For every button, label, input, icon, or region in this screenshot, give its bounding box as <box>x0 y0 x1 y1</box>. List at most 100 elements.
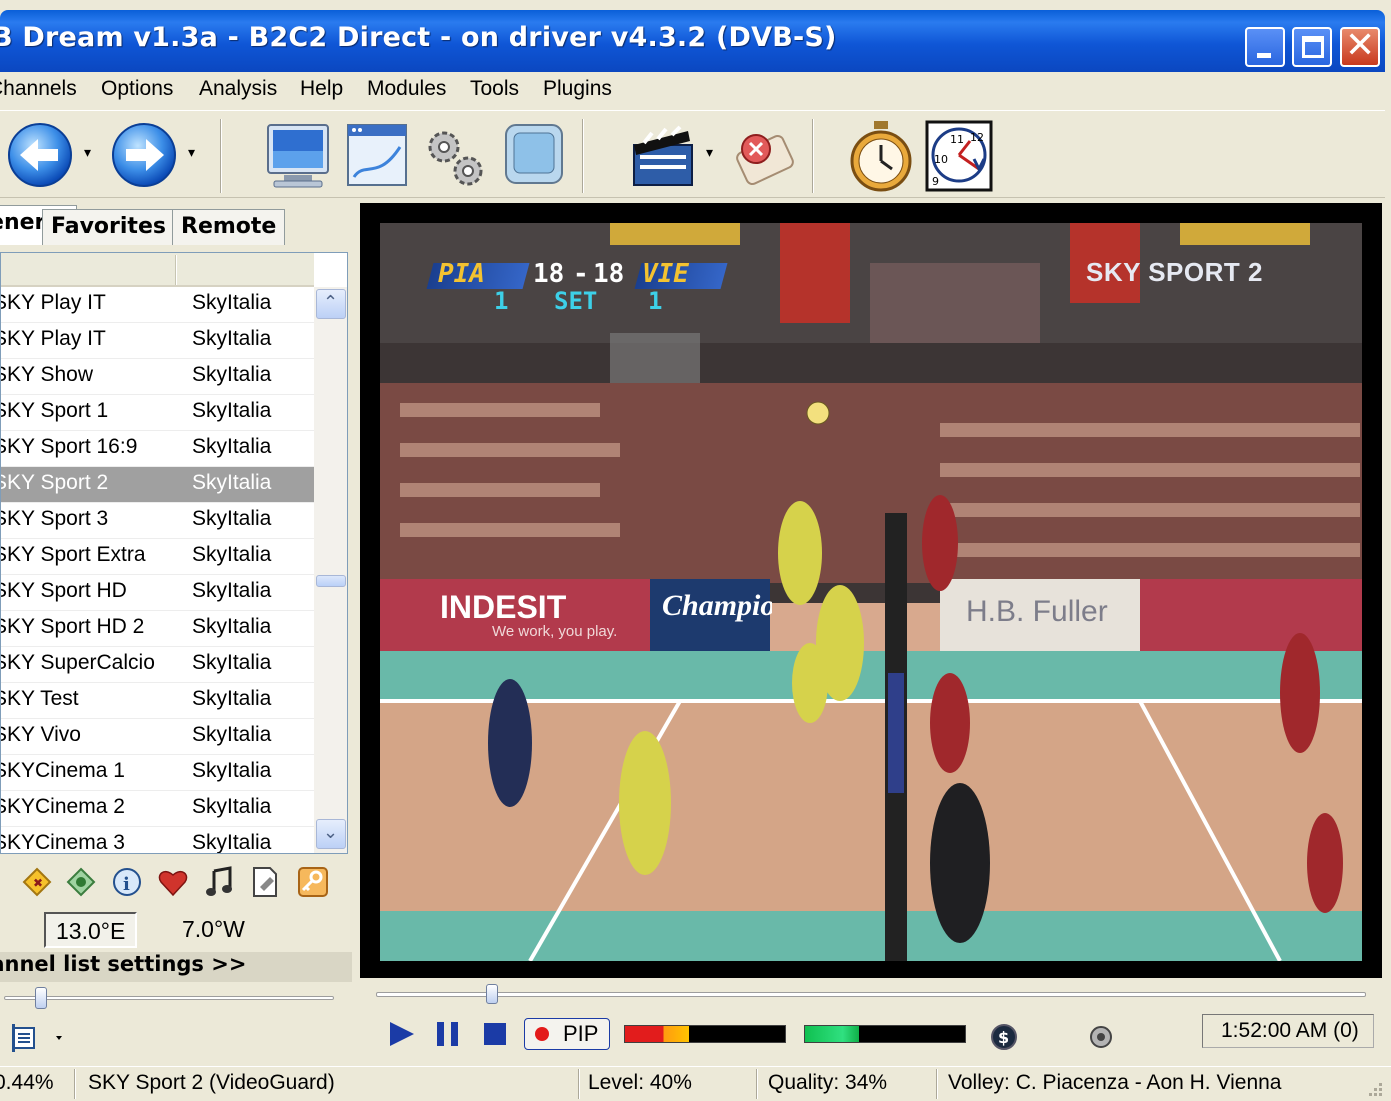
menu-analysis[interactable]: Analysis <box>199 77 277 101</box>
tab-remote[interactable]: Remote <box>172 209 286 245</box>
clapperboard-icon[interactable] <box>628 123 698 191</box>
pause-button[interactable] <box>435 1022 461 1046</box>
window-icon[interactable] <box>344 121 410 191</box>
epg-clock-icon[interactable]: 11 12 10 9 <box>924 119 994 193</box>
channel-row[interactable]: SKY Play IT SkyItalia <box>1 287 314 323</box>
forward-icon[interactable] <box>110 121 178 189</box>
channel-row[interactable]: SKY Sport 16:9 SkyItalia <box>1 431 314 467</box>
diamond-warning-icon[interactable]: ✖ <box>20 865 54 899</box>
back-icon[interactable] <box>6 121 74 189</box>
back-dropdown-icon[interactable]: ▾ <box>84 145 91 161</box>
channel-row[interactable]: SKY Test SkyItalia <box>1 683 314 719</box>
screen-icon[interactable] <box>500 121 568 191</box>
stop-button[interactable] <box>484 1023 506 1045</box>
channel-name: SKY Sport 16:9 <box>0 435 138 458</box>
channel-row[interactable]: SKYCinema 2 SkyItalia <box>1 791 314 827</box>
satellite-selector: 13.0°E 7.0°W <box>0 908 352 950</box>
channel-list[interactable]: SKY Play IT SkyItalia SKY Play IT SkyItalia… <box>0 252 348 854</box>
tab-favorites[interactable]: Favorites <box>42 209 175 245</box>
channel-provider: SkyItalia <box>192 795 272 818</box>
channel-row[interactable]: SKY Sport 2 SkyItalia <box>1 467 314 503</box>
channel-provider: SkyItalia <box>192 435 272 458</box>
dollar-coin-icon[interactable]: $ <box>990 1023 1018 1051</box>
resize-grip-icon[interactable] <box>1365 1079 1383 1097</box>
maximize-button[interactable] <box>1292 27 1332 67</box>
edit-document-icon[interactable] <box>248 865 282 899</box>
seek-bar[interactable] <box>376 984 1366 1004</box>
volume-slider-thumb[interactable] <box>35 987 47 1009</box>
channel-row[interactable]: SKY SuperCalcio SkyItalia <box>1 647 314 683</box>
channel-row[interactable]: SKYCinema 1 SkyItalia <box>1 755 314 791</box>
stopwatch-icon[interactable] <box>846 119 916 193</box>
column-divider[interactable] <box>175 255 177 285</box>
channel-row[interactable]: SKY Play IT SkyItalia <box>1 323 314 359</box>
diamond-move-icon[interactable] <box>64 865 98 899</box>
menu-options[interactable]: Options <box>101 77 173 101</box>
channel-provider: SkyItalia <box>192 651 272 674</box>
audio-icon[interactable] <box>1088 1024 1114 1050</box>
toolbar: ▾ ▾ ▾ 11 12 10 9 <box>0 110 1385 198</box>
scroll-down-button[interactable]: ⌄ <box>316 819 346 849</box>
svg-text:12: 12 <box>970 131 984 144</box>
minimize-button[interactable] <box>1245 27 1285 67</box>
channel-row[interactable]: SKY Show SkyItalia <box>1 359 314 395</box>
satellite-west-button[interactable]: 7.0°W <box>172 912 255 948</box>
channel-row[interactable]: SKY Sport Extra SkyItalia <box>1 539 314 575</box>
channel-tabs: General Favorites Remote <box>0 205 352 245</box>
key-icon[interactable] <box>296 865 330 899</box>
svg-text:i: i <box>123 874 130 895</box>
menu-help[interactable]: Help <box>300 77 343 101</box>
status-progress: 0.44% <box>0 1071 54 1094</box>
svg-text:11: 11 <box>950 133 964 146</box>
watermark <box>380 223 600 233</box>
satellite-east-button[interactable]: 13.0°E <box>44 912 138 948</box>
menu-modules[interactable]: Modules <box>367 77 446 101</box>
minimize-icon <box>1257 53 1271 58</box>
scroll-thumb[interactable] <box>316 575 346 587</box>
channel-row[interactable]: SKYCinema 3 SkyItalia <box>1 827 314 853</box>
channel-row[interactable]: SKY Sport 3 SkyItalia <box>1 503 314 539</box>
list-header[interactable] <box>1 253 314 287</box>
heart-icon[interactable] <box>156 865 190 899</box>
svg-text:✖: ✖ <box>33 876 43 890</box>
play-button[interactable] <box>390 1022 414 1046</box>
channel-row[interactable]: SKY Vivo SkyItalia <box>1 719 314 755</box>
channel-name: SKY SuperCalcio <box>0 651 155 674</box>
channel-name: SKY Play IT <box>0 327 106 350</box>
channel-provider: SkyItalia <box>192 363 272 386</box>
forward-dropdown-icon[interactable]: ▾ <box>188 145 195 161</box>
video-display[interactable]: PIA 18 - 18 VIE 1 SET 1 SKY SPORT 2 INDE… <box>380 223 1362 961</box>
close-button[interactable]: ✕ <box>1340 25 1380 67</box>
menu-channels[interactable]: Channels <box>0 77 77 101</box>
channel-row[interactable]: SKY Sport HD SkyItalia <box>1 575 314 611</box>
layout-button[interactable] <box>10 1022 70 1054</box>
pip-button[interactable]: PIP <box>524 1018 610 1050</box>
title-bar[interactable]: B Dream v1.3a - B2C2 Direct - on driver … <box>0 10 1385 72</box>
info-icon[interactable]: i <box>110 865 144 899</box>
channel-name: SKYCinema 1 <box>0 759 125 782</box>
music-note-icon[interactable] <box>202 865 236 899</box>
volume-slider[interactable] <box>4 987 334 1009</box>
channel-provider: SkyItalia <box>192 507 272 530</box>
list-scrollbar[interactable]: ⌃ ⌄ <box>314 287 347 853</box>
channel-row[interactable]: SKY Sport 1 SkyItalia <box>1 395 314 431</box>
clock-text: 1:52:00 AM (0) <box>1221 1019 1359 1042</box>
signal-quality-meter <box>804 1025 966 1043</box>
channel-name: SKY Show <box>0 363 94 386</box>
channel-provider: SkyItalia <box>192 399 272 422</box>
cancel-record-icon[interactable] <box>730 123 798 191</box>
scroll-up-button[interactable]: ⌃ <box>316 289 346 319</box>
menu-tools[interactable]: Tools <box>470 77 519 101</box>
score-home-sets: 1 <box>494 287 509 315</box>
monitor-icon[interactable] <box>264 121 332 191</box>
channel-list-settings[interactable]: Channel list settings >> <box>0 952 352 982</box>
signal-level-meter <box>624 1025 786 1043</box>
chevron-up-icon: ⌃ <box>323 292 339 313</box>
gears-icon[interactable] <box>420 121 490 193</box>
seek-thumb[interactable] <box>485 984 498 1004</box>
score-overlay: PIA 18 - 18 VIE 1 SET 1 <box>426 259 730 319</box>
channel-name: SKY Vivo <box>0 723 81 746</box>
record-dropdown-icon[interactable]: ▾ <box>706 145 713 161</box>
channel-row[interactable]: SKY Sport HD 2 SkyItalia <box>1 611 314 647</box>
menu-plugins[interactable]: Plugins <box>543 77 612 101</box>
